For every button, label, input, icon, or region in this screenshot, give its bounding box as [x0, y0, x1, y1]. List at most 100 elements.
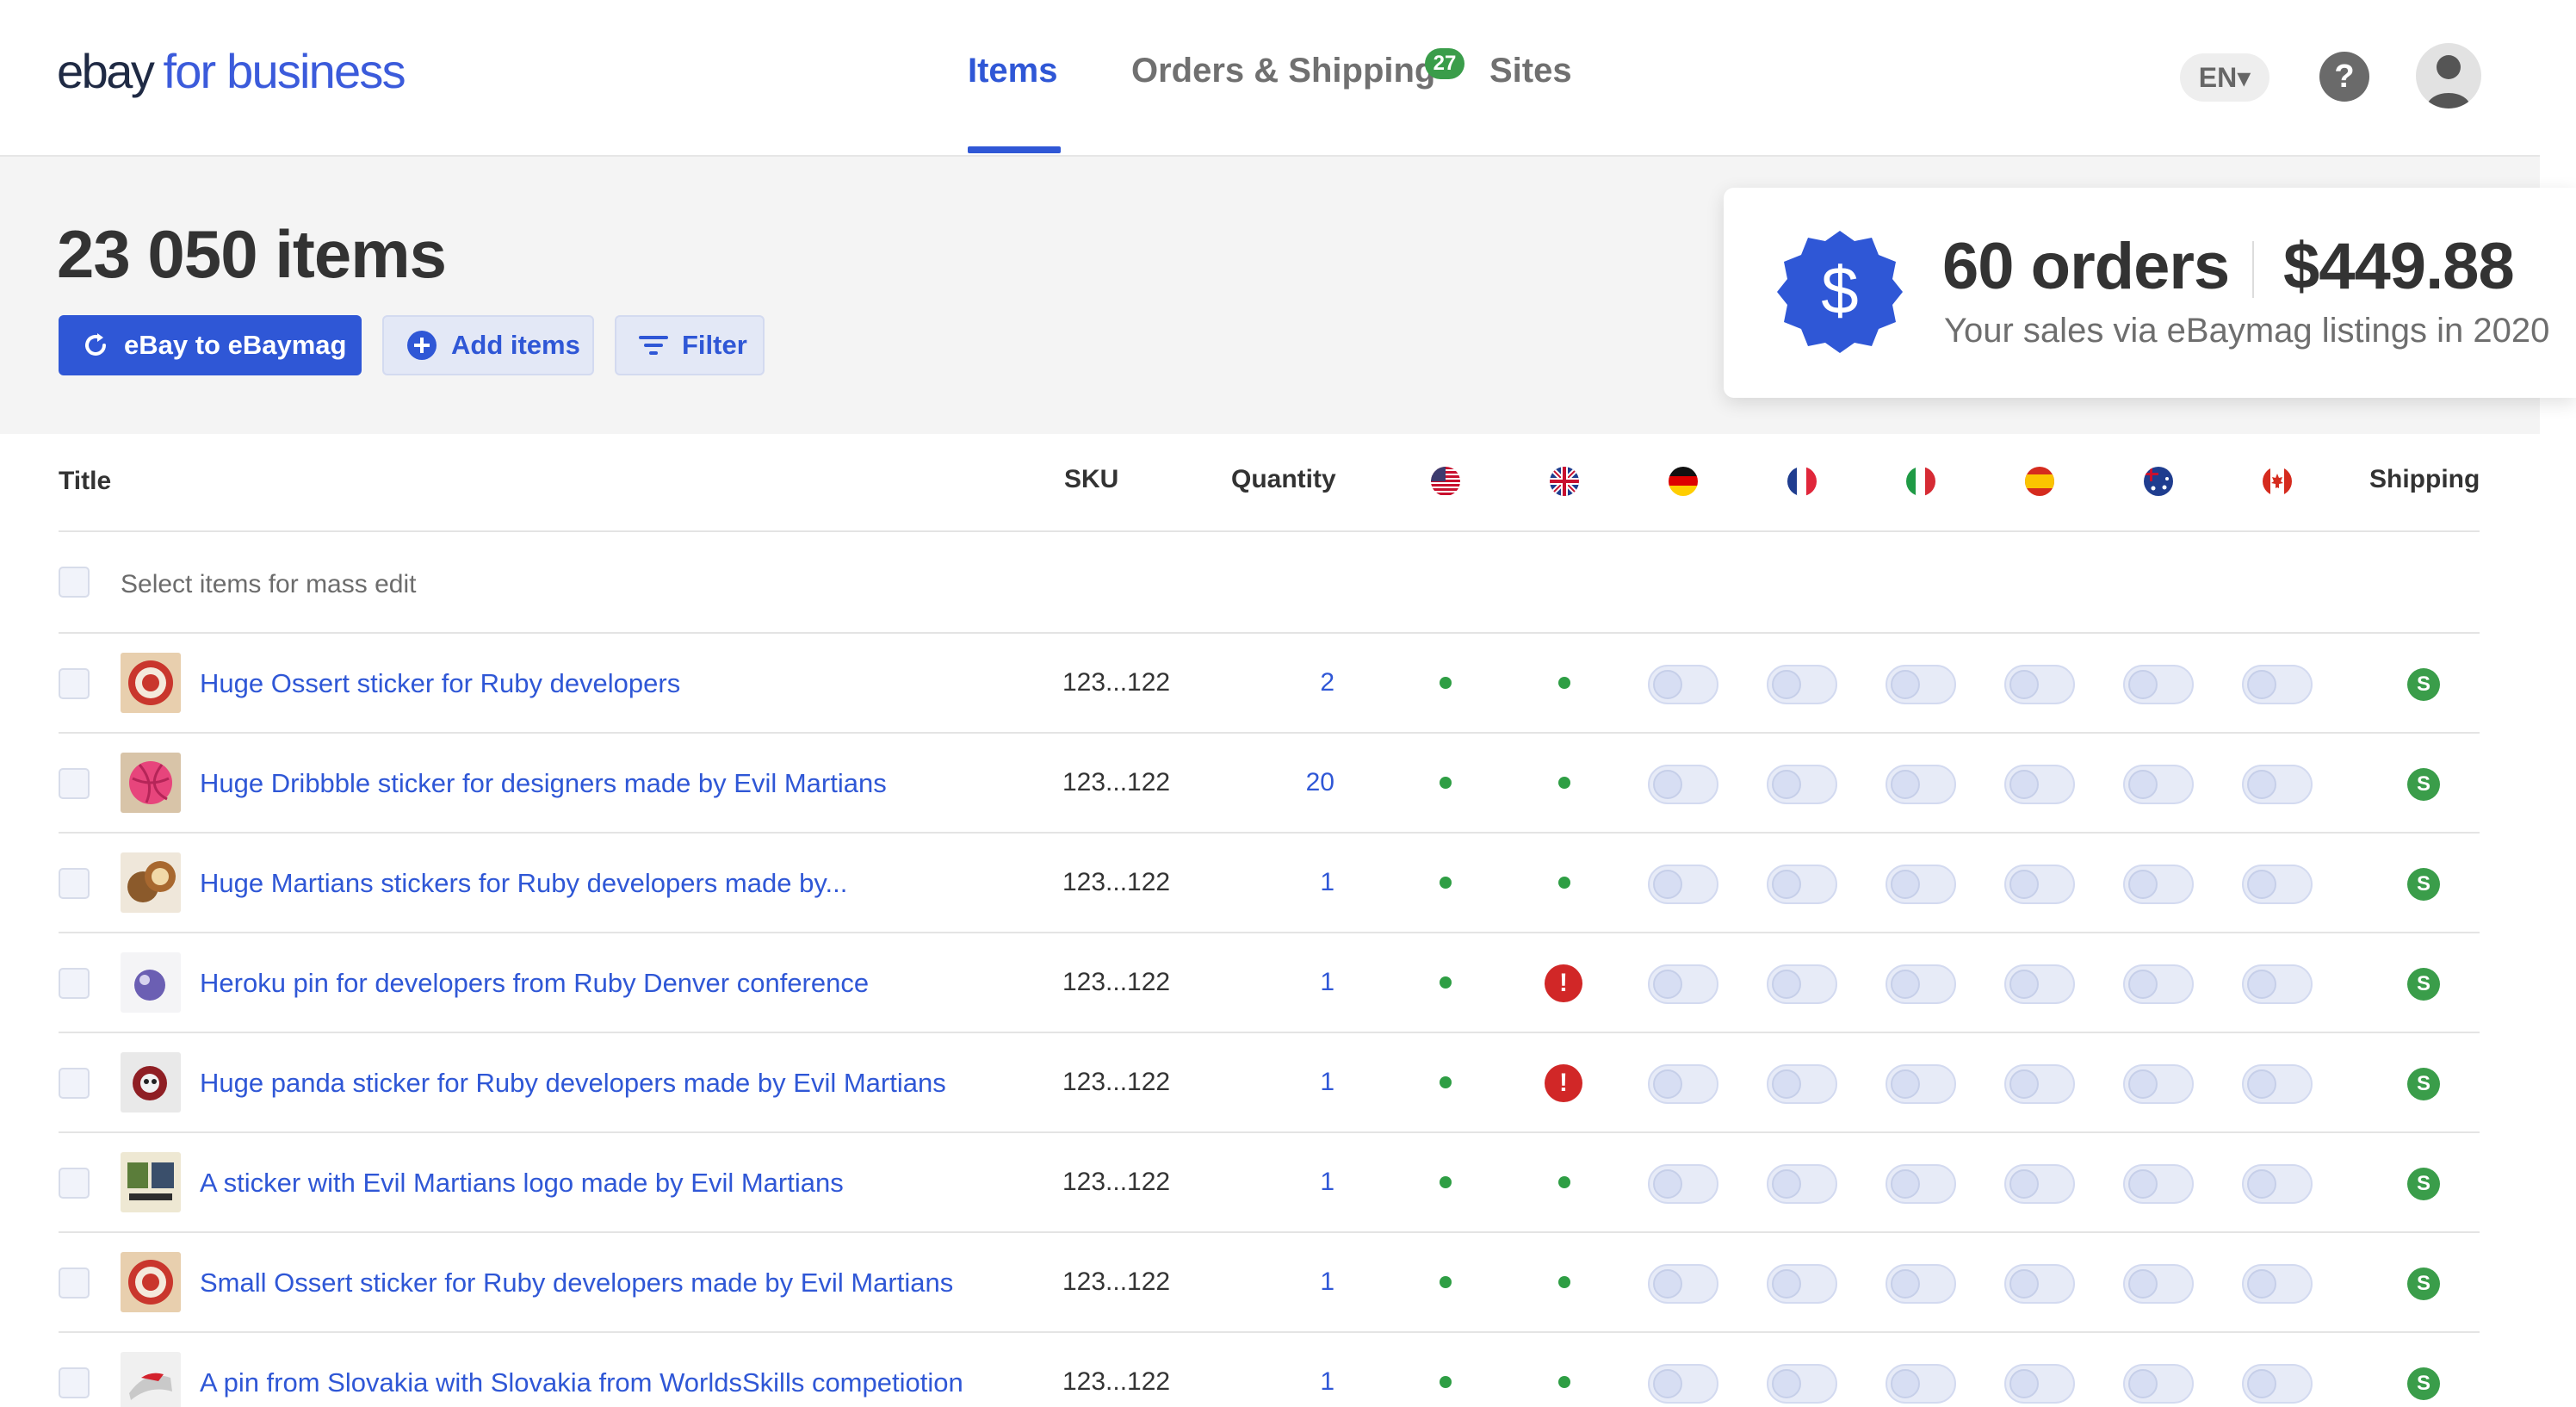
row-checkbox[interactable]: [59, 1367, 90, 1398]
item-title-link[interactable]: Small Ossert sticker for Ruby developers…: [200, 1268, 953, 1299]
es-listing-toggle[interactable]: [2004, 1264, 2075, 1304]
help-icon[interactable]: ?: [2319, 52, 2369, 102]
column-header-sku[interactable]: SKU: [1064, 465, 1118, 494]
item-quantity[interactable]: 1: [1248, 868, 1334, 897]
item-thumbnail[interactable]: [121, 952, 181, 1013]
au-listing-toggle[interactable]: [2123, 1364, 2194, 1404]
item-quantity[interactable]: 20: [1248, 768, 1334, 797]
au-listing-toggle[interactable]: [2123, 765, 2194, 804]
fr-listing-toggle[interactable]: [1767, 964, 1837, 1004]
shipping-status-icon[interactable]: S: [2407, 868, 2440, 901]
au-listing-toggle[interactable]: [2123, 1164, 2194, 1204]
es-listing-toggle[interactable]: [2004, 964, 2075, 1004]
it-listing-toggle[interactable]: [1886, 765, 1956, 804]
de-listing-toggle[interactable]: [1648, 865, 1718, 904]
au-listing-toggle[interactable]: [2123, 1064, 2194, 1104]
fr-listing-toggle[interactable]: [1767, 865, 1837, 904]
fr-listing-toggle[interactable]: [1767, 765, 1837, 804]
item-thumbnail[interactable]: [121, 653, 181, 713]
item-title-link[interactable]: Huge Ossert sticker for Ruby developers: [200, 668, 680, 699]
item-title-link[interactable]: A sticker with Evil Martians logo made b…: [200, 1168, 844, 1199]
au-listing-toggle[interactable]: [2123, 1264, 2194, 1304]
row-checkbox[interactable]: [59, 1168, 90, 1199]
row-checkbox[interactable]: [59, 868, 90, 899]
item-quantity[interactable]: 1: [1248, 1168, 1334, 1197]
es-listing-toggle[interactable]: [2004, 865, 2075, 904]
it-listing-toggle[interactable]: [1886, 1064, 1956, 1104]
nav-tab-orders-shipping[interactable]: Orders & Shipping: [1131, 52, 1435, 90]
it-listing-toggle[interactable]: [1886, 1164, 1956, 1204]
ebay-for-business-logo[interactable]: ebay for business: [57, 43, 406, 103]
add-items-button[interactable]: Add items: [382, 315, 594, 375]
fr-listing-toggle[interactable]: [1767, 1364, 1837, 1404]
es-listing-toggle[interactable]: [2004, 1364, 2075, 1404]
it-listing-toggle[interactable]: [1886, 964, 1956, 1004]
de-listing-toggle[interactable]: [1648, 1164, 1718, 1204]
au-listing-toggle[interactable]: [2123, 665, 2194, 704]
it-listing-toggle[interactable]: [1886, 865, 1956, 904]
es-listing-toggle[interactable]: [2004, 1164, 2075, 1204]
ebay-to-ebaymag-button[interactable]: eBay to eBaymag: [59, 315, 362, 375]
item-thumbnail[interactable]: [121, 852, 181, 913]
item-quantity[interactable]: 2: [1248, 668, 1334, 697]
shipping-status-icon[interactable]: S: [2407, 768, 2440, 801]
shipping-status-icon[interactable]: S: [2407, 1168, 2440, 1200]
ca-listing-toggle[interactable]: [2242, 865, 2313, 904]
select-all-checkbox[interactable]: [59, 567, 90, 598]
shipping-status-icon[interactable]: S: [2407, 1068, 2440, 1100]
row-checkbox[interactable]: [59, 1268, 90, 1299]
user-avatar[interactable]: [2416, 43, 2481, 108]
language-selector[interactable]: EN▾: [2180, 53, 2269, 102]
item-title-link[interactable]: A pin from Slovakia with Slovakia from W…: [200, 1367, 963, 1398]
item-quantity[interactable]: 1: [1248, 1268, 1334, 1297]
ca-listing-toggle[interactable]: [2242, 1164, 2313, 1204]
es-listing-toggle[interactable]: [2004, 665, 2075, 704]
item-quantity[interactable]: 1: [1248, 968, 1334, 997]
item-quantity[interactable]: 1: [1248, 1068, 1334, 1097]
fr-listing-toggle[interactable]: [1767, 1164, 1837, 1204]
it-listing-toggle[interactable]: [1886, 1364, 1956, 1404]
nav-tab-items[interactable]: Items: [968, 52, 1058, 90]
column-header-title[interactable]: Title: [59, 467, 111, 496]
es-listing-toggle[interactable]: [2004, 765, 2075, 804]
uk-error-icon[interactable]: !: [1545, 1064, 1582, 1102]
item-title-link[interactable]: Huge Martians stickers for Ruby develope…: [200, 868, 847, 899]
de-listing-toggle[interactable]: [1648, 964, 1718, 1004]
ca-listing-toggle[interactable]: [2242, 665, 2313, 704]
row-checkbox[interactable]: [59, 668, 90, 699]
filter-button[interactable]: Filter: [615, 315, 765, 375]
item-title-link[interactable]: Huge Dribbble sticker for designers made…: [200, 768, 887, 799]
item-title-link[interactable]: Heroku pin for developers from Ruby Denv…: [200, 968, 869, 999]
column-header-quantity[interactable]: Quantity: [1231, 465, 1336, 494]
shipping-status-icon[interactable]: S: [2407, 668, 2440, 701]
item-title-link[interactable]: Huge panda sticker for Ruby developers m…: [200, 1068, 946, 1099]
ca-listing-toggle[interactable]: [2242, 1064, 2313, 1104]
shipping-status-icon[interactable]: S: [2407, 1268, 2440, 1300]
row-checkbox[interactable]: [59, 968, 90, 999]
de-listing-toggle[interactable]: [1648, 1264, 1718, 1304]
au-listing-toggle[interactable]: [2123, 865, 2194, 904]
de-listing-toggle[interactable]: [1648, 765, 1718, 804]
item-quantity[interactable]: 1: [1248, 1367, 1334, 1397]
item-thumbnail[interactable]: [121, 1352, 181, 1407]
de-listing-toggle[interactable]: [1648, 1364, 1718, 1404]
es-listing-toggle[interactable]: [2004, 1064, 2075, 1104]
item-thumbnail[interactable]: [121, 753, 181, 813]
it-listing-toggle[interactable]: [1886, 665, 1956, 704]
it-listing-toggle[interactable]: [1886, 1264, 1956, 1304]
fr-listing-toggle[interactable]: [1767, 665, 1837, 704]
nav-tab-sites[interactable]: Sites: [1489, 52, 1572, 90]
item-thumbnail[interactable]: [121, 1052, 181, 1113]
uk-error-icon[interactable]: !: [1545, 964, 1582, 1002]
row-checkbox[interactable]: [59, 1068, 90, 1099]
au-listing-toggle[interactable]: [2123, 964, 2194, 1004]
fr-listing-toggle[interactable]: [1767, 1064, 1837, 1104]
item-thumbnail[interactable]: [121, 1152, 181, 1212]
item-thumbnail[interactable]: [121, 1252, 181, 1312]
ca-listing-toggle[interactable]: [2242, 765, 2313, 804]
shipping-status-icon[interactable]: S: [2407, 968, 2440, 1001]
de-listing-toggle[interactable]: [1648, 1064, 1718, 1104]
de-listing-toggle[interactable]: [1648, 665, 1718, 704]
column-header-shipping[interactable]: Shipping: [2369, 465, 2480, 494]
row-checkbox[interactable]: [59, 768, 90, 799]
